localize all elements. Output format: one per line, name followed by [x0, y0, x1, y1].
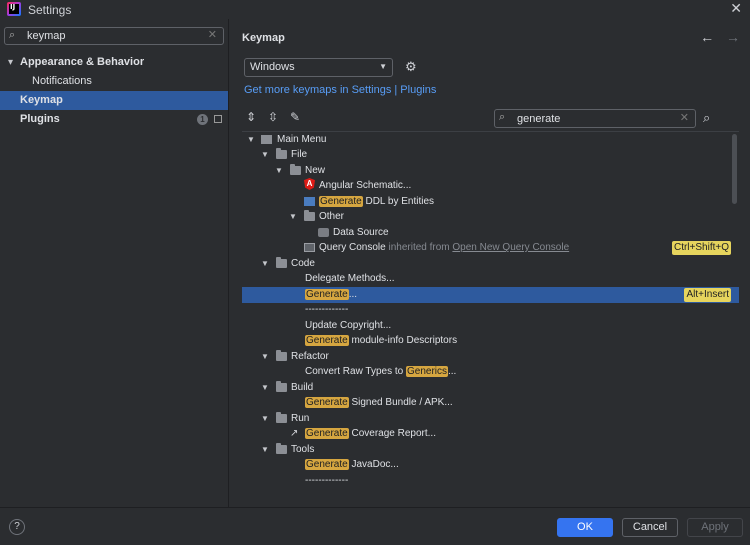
tree-node-generate-javadoc[interactable]: Generate JavaDoc... — [242, 457, 739, 473]
chevron-down-icon[interactable]: ▼ — [261, 147, 269, 163]
sidebar-item-notifications[interactable]: Notifications — [0, 72, 228, 91]
tree-separator: ------------- — [305, 304, 349, 315]
tree-node-file[interactable]: ▼ File — [242, 147, 739, 163]
search-match-highlight: Generate — [305, 289, 349, 300]
tree-node-code[interactable]: ▼ Code — [242, 256, 739, 272]
settings-sidebar: ⌕ keymap ✕ ▾ Appearance & Behavior Notif… — [0, 19, 229, 507]
settings-search-input[interactable]: ⌕ keymap ✕ — [4, 27, 224, 45]
tree-node-other[interactable]: ▼ Other — [242, 209, 739, 225]
chevron-down-icon[interactable]: ▼ — [261, 442, 269, 458]
shortcut-badge: Alt+Insert — [684, 288, 731, 302]
plugins-link[interactable]: Get more keymaps in Settings | Plugins — [244, 84, 436, 96]
collapse-all-icon[interactable]: ⇳ — [266, 110, 280, 124]
forward-arrow-icon[interactable]: → — [726, 29, 740, 45]
tree-node-generate[interactable]: Generate... Alt+Insert — [242, 287, 739, 303]
chevron-down-icon[interactable]: ▼ — [275, 163, 283, 179]
vertical-scrollbar[interactable] — [732, 134, 737, 204]
tree-node-angular-schematic[interactable]: Angular Schematic... — [242, 178, 739, 194]
tree-node-new[interactable]: ▼ New — [242, 163, 739, 179]
chevron-down-icon[interactable]: ▼ — [261, 349, 269, 365]
tree-node-run[interactable]: ▼ Run — [242, 411, 739, 427]
tree-node-generate-module-info[interactable]: Generate module-info Descriptors — [242, 333, 739, 349]
search-match-highlight: Generics — [405, 366, 448, 377]
ok-button[interactable]: OK — [557, 518, 613, 537]
tree-node-data-source[interactable]: Data Source — [242, 225, 739, 241]
folder-icon — [276, 443, 287, 454]
dialog-button-bar: ? OK Cancel Apply — [0, 507, 750, 545]
tree-node-build[interactable]: ▼ Build — [242, 380, 739, 396]
cancel-button[interactable]: Cancel — [622, 518, 678, 537]
window-title: Settings — [28, 3, 72, 17]
back-arrow-icon[interactable]: ← — [700, 29, 714, 45]
tree-node-refactor[interactable]: ▼ Refactor — [242, 349, 739, 365]
action-filter-input[interactable]: ⌕ generate ✕ — [494, 109, 696, 128]
folder-icon — [290, 164, 301, 175]
search-icon: ⌕ — [9, 29, 16, 41]
keymap-select[interactable]: Windows ▼ — [244, 58, 393, 77]
tree-node-main-menu[interactable]: ▼ Main Menu — [242, 132, 739, 148]
tree-node-generate-signed-bundle[interactable]: Generate Signed Bundle / APK... — [242, 395, 739, 411]
intellij-app-icon: IJ — [7, 2, 21, 16]
export-arrow-icon: ↗ — [290, 428, 299, 439]
tree-node-tools[interactable]: ▼ Tools — [242, 442, 739, 458]
title-bar: IJ Settings ✕ — [0, 0, 750, 19]
sidebar-item-keymap[interactable]: Keymap — [0, 91, 228, 110]
edit-shortcut-icon[interactable]: ✎ — [288, 110, 302, 124]
tree-node-convert-raw-types[interactable]: Convert Raw Types to Generics... — [242, 364, 739, 380]
chevron-down-icon[interactable]: ▾ — [8, 53, 13, 72]
clear-search-icon[interactable]: ✕ — [208, 28, 217, 41]
folder-icon — [276, 148, 287, 159]
keymap-panel: Keymap ← → Windows ▼ ⚙ Get more keymaps … — [230, 19, 750, 507]
tree-node-generate-coverage-report[interactable]: ↗ Generate Coverage Report... — [242, 426, 739, 442]
expand-all-icon[interactable]: ⇕ — [244, 110, 258, 124]
updates-count-badge: 1 — [197, 114, 208, 125]
chevron-down-icon[interactable]: ▼ — [261, 380, 269, 396]
folder-icon — [276, 412, 287, 423]
folder-icon — [304, 210, 315, 221]
search-match-highlight: Generate — [305, 459, 349, 470]
help-button[interactable]: ? — [9, 519, 25, 535]
gear-icon[interactable]: ⚙ — [405, 59, 417, 75]
clear-filter-icon[interactable]: ✕ — [680, 111, 689, 124]
search-match-highlight: Generate — [305, 397, 349, 408]
keymap-tree: ▼ Main Menu ▼ File ▼ New Angular Schemat… — [242, 131, 739, 489]
close-icon[interactable]: ✕ — [730, 0, 742, 17]
search-icon: ⌕ — [499, 111, 506, 123]
search-match-highlight: Generate — [305, 335, 349, 346]
search-match-highlight: Generate — [305, 428, 349, 439]
chevron-down-icon[interactable]: ▼ — [261, 256, 269, 272]
ddl-icon — [304, 197, 315, 206]
chevron-down-icon[interactable]: ▼ — [247, 132, 255, 148]
apply-button[interactable]: Apply — [687, 518, 743, 537]
tree-node-query-console[interactable]: Query Console inherited from Open New Qu… — [242, 240, 739, 256]
inherited-action-link[interactable]: Open New Query Console — [452, 242, 569, 253]
chevron-down-icon: ▼ — [379, 62, 387, 71]
page-title: Keymap — [242, 32, 285, 44]
tree-separator: ------------- — [305, 475, 349, 486]
find-by-shortcut-icon[interactable]: ⌕ — [703, 110, 710, 126]
sidebar-item-plugins[interactable]: Plugins 1 — [0, 110, 228, 129]
tree-node-generate-ddl[interactable]: Generate DDL by Entities — [242, 194, 739, 210]
project-settings-icon — [214, 115, 222, 123]
chevron-down-icon[interactable]: ▼ — [261, 411, 269, 427]
sql-console-icon — [304, 243, 315, 252]
main-menu-icon — [261, 135, 272, 144]
folder-icon — [276, 350, 287, 361]
folder-icon — [276, 257, 287, 268]
angular-icon — [304, 181, 315, 190]
shortcut-badge: Ctrl+Shift+Q — [671, 241, 731, 255]
tree-node-update-copyright[interactable]: Update Copyright... — [242, 318, 739, 334]
chevron-down-icon[interactable]: ▼ — [289, 209, 297, 225]
folder-icon — [276, 381, 287, 392]
database-icon — [318, 228, 329, 237]
tree-node-delegate-methods[interactable]: Delegate Methods... — [242, 271, 739, 287]
sidebar-item-appearance-behavior[interactable]: ▾ Appearance & Behavior — [0, 53, 228, 72]
search-match-highlight: Generate — [319, 196, 363, 207]
history-navigation: ← → — [692, 29, 740, 45]
